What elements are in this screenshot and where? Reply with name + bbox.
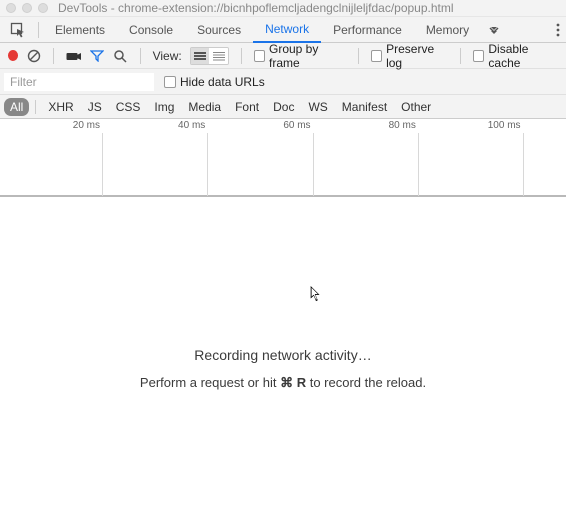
empty-hint-text-a: Perform a request or hit xyxy=(140,375,280,390)
traffic-lights xyxy=(6,3,48,13)
tab-elements[interactable]: Elements xyxy=(43,17,117,43)
checkbox-icon xyxy=(473,50,484,62)
disable-cache-checkbox[interactable]: Disable cache xyxy=(473,42,558,70)
inspect-element-icon[interactable] xyxy=(6,18,30,42)
hide-data-urls-label: Hide data URLs xyxy=(180,75,265,89)
view-toggle xyxy=(190,47,229,65)
hide-data-urls-checkbox[interactable]: Hide data URLs xyxy=(164,75,265,89)
checkbox-icon xyxy=(254,50,265,62)
kbd-cmd: ⌘ xyxy=(280,375,293,390)
tabstrip-separator xyxy=(38,22,39,38)
view-small-icon[interactable] xyxy=(209,48,228,64)
checkbox-icon xyxy=(371,50,382,62)
type-filter-js[interactable]: JS xyxy=(82,98,108,116)
preserve-log-label: Preserve log xyxy=(386,42,448,70)
preserve-log-checkbox[interactable]: Preserve log xyxy=(371,42,448,70)
empty-state-hint: Perform a request or hit ⌘ R to record t… xyxy=(0,375,566,391)
toolbar-separator-4 xyxy=(358,48,359,64)
network-request-list: Recording network activity… Perform a re… xyxy=(0,197,566,497)
window-title: DevTools - chrome-extension://bicnhpofle… xyxy=(58,1,454,15)
timeline-tick: 100 ms xyxy=(488,120,524,131)
empty-hint-text-b: to record the reload. xyxy=(306,375,426,390)
group-by-frame-checkbox[interactable]: Group by frame xyxy=(254,42,346,70)
toolbar-separator-3 xyxy=(241,48,242,64)
close-window-button[interactable] xyxy=(6,3,16,13)
tab-network[interactable]: Network xyxy=(253,17,321,43)
screenshot-icon[interactable] xyxy=(66,48,82,64)
filter-input[interactable] xyxy=(4,73,154,91)
type-filter-xhr[interactable]: XHR xyxy=(42,98,79,116)
type-filter-img[interactable]: Img xyxy=(148,98,180,116)
record-button[interactable] xyxy=(8,50,18,61)
window-titlebar: DevTools - chrome-extension://bicnhpofle… xyxy=(0,0,566,17)
type-filter-css[interactable]: CSS xyxy=(110,98,147,116)
clear-icon[interactable] xyxy=(26,48,41,64)
type-filter-all[interactable]: All xyxy=(4,98,29,116)
type-filter-bar: All XHR JS CSS Img Media Font Doc WS Man… xyxy=(0,95,566,119)
type-filter-media[interactable]: Media xyxy=(182,98,227,116)
checkbox-icon xyxy=(164,76,176,88)
timeline-grid xyxy=(0,133,566,196)
devtools-tabstrip: Elements Console Sources Network Perform… xyxy=(0,17,566,43)
tab-sources[interactable]: Sources xyxy=(185,17,253,43)
timeline-tick: 20 ms xyxy=(73,120,103,131)
type-filter-divider xyxy=(35,100,36,114)
filter-toolbar: Hide data URLs xyxy=(0,69,566,95)
group-by-frame-label: Group by frame xyxy=(269,42,346,70)
timeline-overview[interactable]: 20 ms 40 ms 60 ms 80 ms 100 ms xyxy=(0,119,566,197)
timeline-ruler: 20 ms 40 ms 60 ms 80 ms 100 ms xyxy=(0,119,566,133)
type-filter-doc[interactable]: Doc xyxy=(267,98,300,116)
network-toolbar: View: Group by frame Preserve log Disabl… xyxy=(0,43,566,69)
timeline-tick: 80 ms xyxy=(389,120,419,131)
type-filter-other[interactable]: Other xyxy=(395,98,437,116)
minimize-window-button[interactable] xyxy=(22,3,32,13)
tab-performance[interactable]: Performance xyxy=(321,17,414,43)
toolbar-separator-5 xyxy=(460,48,461,64)
type-filter-manifest[interactable]: Manifest xyxy=(336,98,393,116)
empty-state-heading: Recording network activity… xyxy=(0,347,566,363)
timeline-tick: 60 ms xyxy=(283,120,313,131)
disable-cache-label: Disable cache xyxy=(488,42,558,70)
search-icon[interactable] xyxy=(113,48,128,64)
tabs-overflow-button[interactable] xyxy=(481,25,507,35)
toolbar-separator-2 xyxy=(140,48,141,64)
type-filter-ws[interactable]: WS xyxy=(302,98,333,116)
toolbar-separator xyxy=(53,48,54,64)
cursor-icon xyxy=(310,286,322,302)
type-filter-font[interactable]: Font xyxy=(229,98,265,116)
zoom-window-button[interactable] xyxy=(38,3,48,13)
kbd-r: R xyxy=(297,375,306,390)
tab-memory[interactable]: Memory xyxy=(414,17,481,43)
devtools-menu-icon[interactable] xyxy=(550,23,566,37)
view-large-icon[interactable] xyxy=(191,48,210,64)
timeline-tick: 40 ms xyxy=(178,120,208,131)
view-label: View: xyxy=(153,49,182,63)
filter-icon[interactable] xyxy=(90,48,105,64)
tab-console[interactable]: Console xyxy=(117,17,185,43)
